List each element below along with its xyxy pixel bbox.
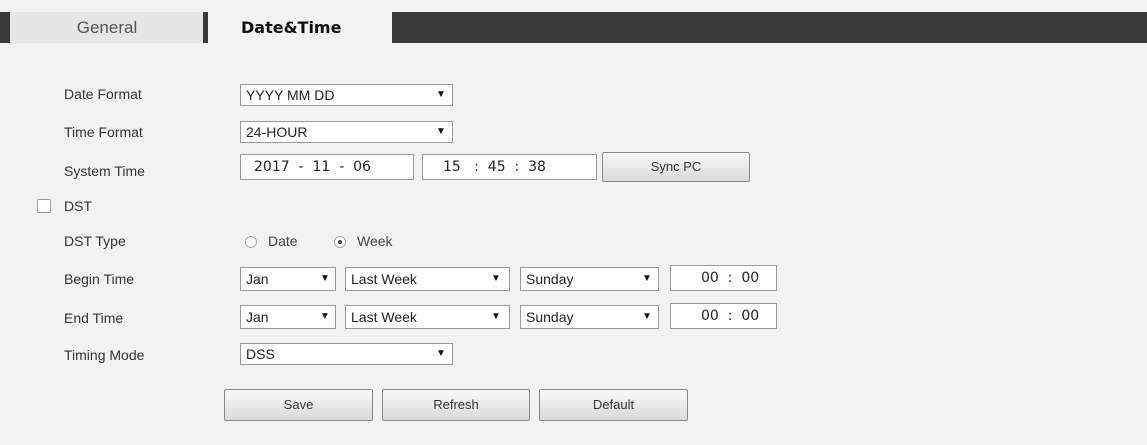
- begin-day-select[interactable]: Sunday ▼: [520, 267, 659, 291]
- chevron-down-icon: ▼: [436, 126, 446, 137]
- tab-date-time[interactable]: Date&Time: [208, 12, 392, 43]
- dst-type-date-radio[interactable]: [245, 236, 257, 248]
- timing-mode-value: DSS: [246, 346, 275, 362]
- chevron-down-icon: ▼: [642, 273, 652, 284]
- begin-month-select[interactable]: Jan ▼: [240, 267, 336, 291]
- chevron-down-icon: ▼: [436, 89, 446, 100]
- time-format-select[interactable]: 24-HOUR ▼: [240, 121, 453, 143]
- end-day-value: Sunday: [526, 309, 574, 325]
- system-time-label: System Time: [64, 163, 145, 179]
- chevron-down-icon: ▼: [436, 348, 446, 359]
- date-format-label: Date Format: [64, 86, 142, 102]
- end-month-value: Jan: [246, 309, 269, 325]
- radio-selected-dot: [338, 240, 342, 244]
- time-format-value: 24-HOUR: [246, 124, 308, 140]
- date-format-select[interactable]: YYYY MM DD ▼: [240, 84, 453, 106]
- timing-mode-select[interactable]: DSS ▼: [240, 343, 453, 365]
- begin-week-select[interactable]: Last Week ▼: [345, 267, 510, 291]
- chevron-down-icon: ▼: [320, 273, 330, 284]
- dst-checkbox[interactable]: [37, 199, 51, 213]
- chevron-down-icon: ▼: [491, 311, 501, 322]
- dst-label: DST: [64, 198, 92, 214]
- system-time-input[interactable]: 15 : 45 : 38: [422, 154, 597, 180]
- begin-month-value: Jan: [246, 271, 269, 287]
- dst-type-date-label: Date: [268, 233, 298, 249]
- time-format-label: Time Format: [64, 124, 143, 140]
- save-button[interactable]: Save: [224, 389, 373, 421]
- begin-day-value: Sunday: [526, 271, 574, 287]
- begin-time-input[interactable]: 00 : 00: [670, 265, 777, 291]
- end-week-select[interactable]: Last Week ▼: [345, 305, 510, 329]
- end-week-value: Last Week: [351, 309, 417, 325]
- end-month-select[interactable]: Jan ▼: [240, 305, 336, 329]
- chevron-down-icon: ▼: [642, 311, 652, 322]
- tab-general[interactable]: General: [10, 12, 204, 43]
- default-button[interactable]: Default: [539, 389, 688, 421]
- end-time-label: End Time: [64, 310, 124, 326]
- timing-mode-label: Timing Mode: [64, 347, 145, 363]
- begin-week-value: Last Week: [351, 271, 417, 287]
- date-format-value: YYYY MM DD: [246, 87, 335, 103]
- end-day-select[interactable]: Sunday ▼: [520, 305, 659, 329]
- dst-type-week-label: Week: [357, 233, 393, 249]
- refresh-button[interactable]: Refresh: [382, 389, 530, 421]
- dst-type-label: DST Type: [64, 233, 126, 249]
- begin-time-label: Begin Time: [64, 271, 135, 287]
- sync-pc-button[interactable]: Sync PC: [602, 152, 750, 182]
- end-time-input[interactable]: 00 : 00: [670, 303, 777, 329]
- chevron-down-icon: ▼: [491, 273, 501, 284]
- dst-type-week-radio[interactable]: [334, 236, 346, 248]
- system-date-input[interactable]: 2017 - 11 - 06: [240, 154, 414, 180]
- chevron-down-icon: ▼: [320, 311, 330, 322]
